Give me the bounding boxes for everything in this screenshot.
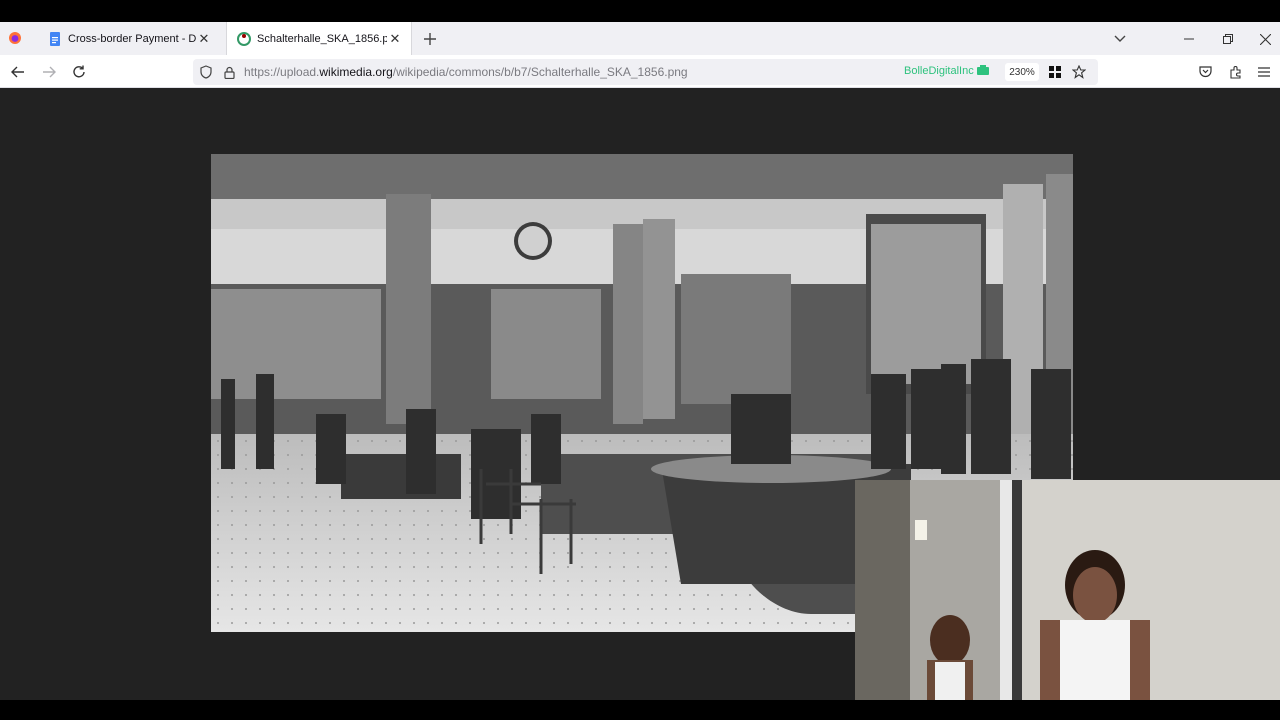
google-docs-icon (50, 31, 60, 46)
zoom-level: 230% (1009, 66, 1035, 78)
pocket-icon[interactable] (1194, 61, 1216, 83)
qr-code-icon[interactable] (1044, 61, 1066, 83)
tab-cross-border-payment[interactable]: Cross-border Payment - Docum ✕ (38, 22, 220, 55)
tracking-protection-shield-icon[interactable] (195, 61, 217, 83)
wikimedia-icon (237, 31, 251, 46)
webcam-overlay (855, 480, 1280, 720)
minimize-icon[interactable] (1178, 28, 1200, 50)
battery-icon (976, 65, 989, 75)
lock-icon[interactable] (218, 61, 240, 83)
extension-badge[interactable]: BolleDigitalInc (904, 65, 989, 77)
list-all-tabs-icon[interactable] (1109, 28, 1131, 50)
zoom-level-button[interactable]: 230% (1005, 63, 1039, 81)
extension-label: BolleDigitalInc (904, 65, 974, 77)
url-path: /wikipedia/commons/b/b7/Schalterhalle_SK… (392, 65, 688, 79)
screen-bottom-bar (0, 700, 1280, 720)
close-tab-icon[interactable]: ✕ (196, 31, 212, 47)
extensions-icon[interactable] (1224, 61, 1246, 83)
close-tab-icon[interactable]: ✕ (387, 31, 403, 47)
url-text[interactable]: https://upload.wikimedia.org/wikipedia/c… (244, 65, 688, 79)
bookmark-star-icon[interactable] (1068, 61, 1090, 83)
forward-icon[interactable] (38, 61, 60, 83)
webcam-feed-image (855, 480, 1280, 720)
address-bar[interactable]: https://upload.wikimedia.org/wikipedia/c… (193, 59, 1098, 85)
new-tab-icon[interactable] (419, 28, 441, 50)
close-window-icon[interactable] (1254, 28, 1276, 50)
tab-title: Cross-border Payment - Docum (68, 32, 196, 45)
firefox-menu-icon[interactable] (4, 27, 26, 49)
url-domain: wikimedia.org (319, 65, 393, 79)
navigation-toolbar: https://upload.wikimedia.org/wikipedia/c… (0, 55, 1280, 88)
restore-icon[interactable] (1217, 28, 1239, 50)
tab-title: Schalterhalle_SKA_1856.png (Im (257, 32, 387, 45)
tab-strip: Cross-border Payment - Docum ✕ Schalterh… (0, 22, 1280, 55)
url-prefix: https://upload. (244, 65, 320, 79)
reload-icon[interactable] (68, 61, 90, 83)
tab-schalterhalle[interactable]: Schalterhalle_SKA_1856.png (Im ✕ (226, 22, 412, 55)
back-icon[interactable] (7, 61, 29, 83)
app-menu-icon[interactable] (1253, 61, 1275, 83)
screen-top-bar (0, 0, 1280, 22)
